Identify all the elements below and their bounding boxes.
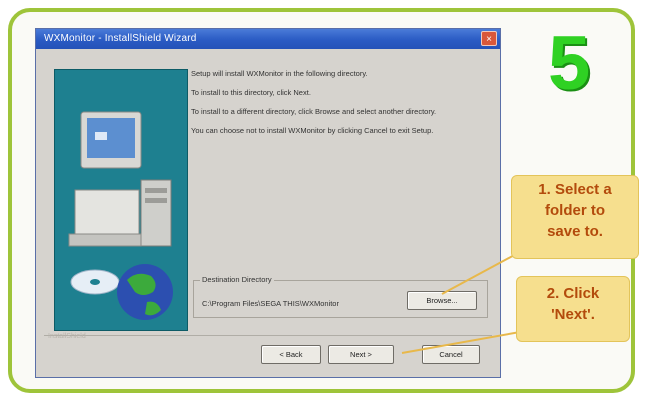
pointer-browse — [441, 251, 521, 295]
callout-line: 1. Select a — [538, 181, 612, 198]
callout-line: folder to — [545, 202, 605, 219]
callout-line: 'Next'. — [551, 306, 595, 323]
callout-select-folder: 1. Select a folder to save to. — [511, 175, 639, 259]
callout-line: save to. — [547, 223, 603, 240]
callout-click-next: 2. Click 'Next'. — [516, 276, 630, 342]
pointer-next — [401, 331, 521, 354]
callout-line: 2. Click — [546, 285, 600, 302]
